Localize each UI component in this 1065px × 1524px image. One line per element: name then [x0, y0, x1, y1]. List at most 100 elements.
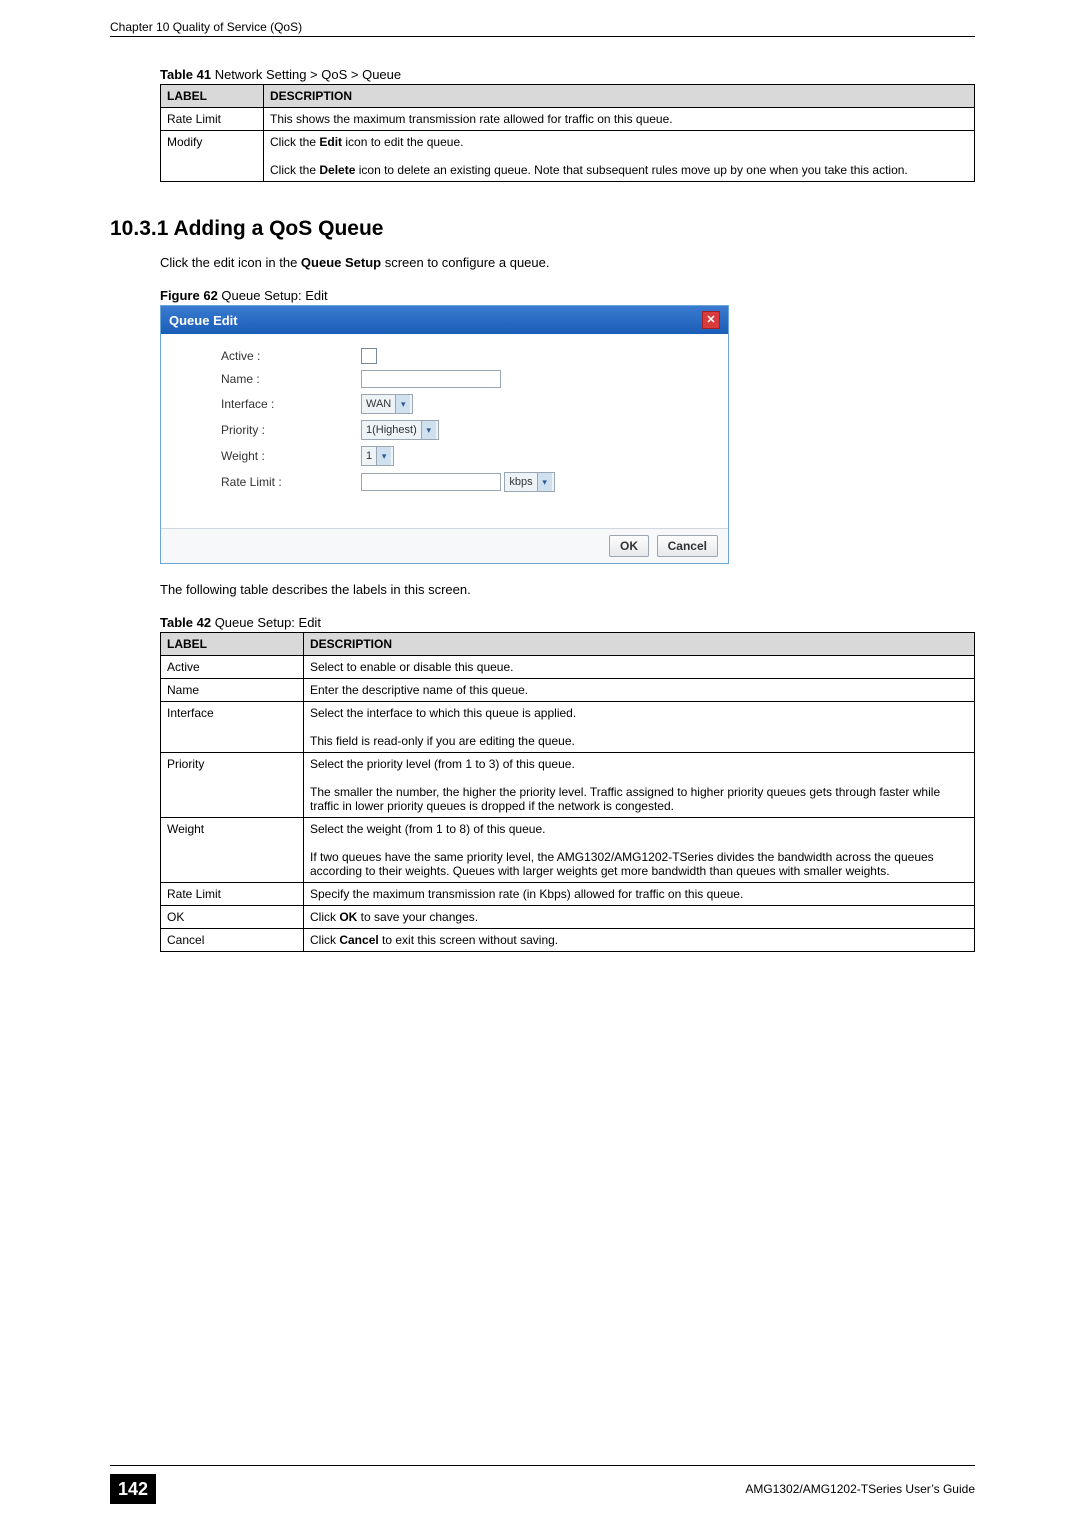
table-header-row: LABEL DESCRIPTION	[161, 633, 975, 656]
interface-value: WAN	[366, 398, 391, 410]
table42-caption-text: Queue Setup: Edit	[215, 615, 321, 630]
cell-bold: OK	[339, 910, 357, 924]
table42-row3-desc: Select the priority level (from 1 to 3) …	[304, 753, 975, 818]
dialog-footer: OK Cancel	[161, 528, 728, 563]
table42-row5-label: Rate Limit	[161, 883, 304, 906]
chevron-down-icon: ▾	[376, 447, 391, 465]
table42-row2-desc: Select the interface to which this queue…	[304, 702, 975, 753]
para-after-figure: The following table describes the labels…	[160, 582, 975, 597]
table-row: Interface Select the interface to which …	[161, 702, 975, 753]
table-row: Weight Select the weight (from 1 to 8) o…	[161, 818, 975, 883]
intro-text: Click the edit icon in the	[160, 255, 301, 270]
table41-caption: Table 41 Network Setting > QoS > Queue	[160, 67, 975, 82]
table42-row7-desc: Click Cancel to exit this screen without…	[304, 929, 975, 952]
weight-select[interactable]: 1 ▾	[361, 446, 394, 466]
table-row: Name Enter the descriptive name of this …	[161, 679, 975, 702]
table41: LABEL DESCRIPTION Rate Limit This shows …	[160, 84, 975, 182]
cell-text: Select the interface to which this queue…	[310, 706, 576, 720]
table42-row1-label: Name	[161, 679, 304, 702]
footer-row: 142 AMG1302/AMG1202-TSeries User’s Guide	[110, 1474, 975, 1504]
table-row: Active Select to enable or disable this …	[161, 656, 975, 679]
intro-text: screen to configure a queue.	[381, 255, 549, 270]
cell-text: to save your changes.	[357, 910, 478, 924]
cell-text: If two queues have the same priority lev…	[310, 850, 934, 878]
form-row-interface: Interface : WAN ▾	[221, 394, 708, 414]
dialog-title-text: Queue Edit	[169, 313, 238, 328]
table42-row6-label: OK	[161, 906, 304, 929]
rate-limit-input[interactable]	[361, 473, 501, 491]
section-intro: Click the edit icon in the Queue Setup s…	[160, 255, 975, 270]
active-checkbox[interactable]	[361, 348, 377, 364]
table-row: Modify Click the Edit icon to edit the q…	[161, 131, 975, 182]
cell-text: Click	[310, 933, 339, 947]
table42-header-desc: DESCRIPTION	[304, 633, 975, 656]
table42-row4-label: Weight	[161, 818, 304, 883]
table41-row1-desc: Click the Edit icon to edit the queue. C…	[264, 131, 975, 182]
form-row-weight: Weight : 1 ▾	[221, 446, 708, 466]
interface-select[interactable]: WAN ▾	[361, 394, 413, 414]
chevron-down-icon: ▾	[537, 473, 552, 491]
cell-text: Click the	[270, 135, 319, 149]
label-rate-limit: Rate Limit :	[221, 475, 361, 489]
table-row: OK Click OK to save your changes.	[161, 906, 975, 929]
cell-text: This field is read-only if you are editi…	[310, 734, 575, 748]
queue-edit-dialog: Queue Edit ✕ Active : Name : Interface :…	[160, 305, 729, 564]
label-priority: Priority :	[221, 423, 361, 437]
table42-row5-desc: Specify the maximum transmission rate (i…	[304, 883, 975, 906]
cell-bold: Cancel	[339, 933, 378, 947]
cell-text: icon to edit the queue.	[342, 135, 463, 149]
cell-text: Click	[310, 910, 339, 924]
table42-row1-desc: Enter the descriptive name of this queue…	[304, 679, 975, 702]
table42-row6-desc: Click OK to save your changes.	[304, 906, 975, 929]
table42-row3-label: Priority	[161, 753, 304, 818]
cell-bold: Delete	[319, 163, 355, 177]
table42-row4-desc: Select the weight (from 1 to 8) of this …	[304, 818, 975, 883]
table41-row0-label: Rate Limit	[161, 108, 264, 131]
dialog-body: Active : Name : Interface : WAN ▾ Priori…	[161, 334, 728, 528]
section-heading: 10.3.1 Adding a QoS Queue	[110, 217, 975, 241]
form-row-active: Active :	[221, 348, 708, 364]
table-header-row: LABEL DESCRIPTION	[161, 85, 975, 108]
footer-rule	[110, 1465, 975, 1466]
table41-header-desc: DESCRIPTION	[264, 85, 975, 108]
table42-header-label: LABEL	[161, 633, 304, 656]
table41-caption-text: Network Setting > QoS > Queue	[215, 67, 401, 82]
table41-row0-desc: This shows the maximum transmission rate…	[264, 108, 975, 131]
rate-unit-select[interactable]: kbps ▾	[504, 472, 554, 492]
table42-row2-label: Interface	[161, 702, 304, 753]
chapter-header: Chapter 10 Quality of Service (QoS)	[110, 20, 975, 36]
cancel-button[interactable]: Cancel	[657, 535, 718, 557]
header-rule	[110, 36, 975, 37]
label-weight: Weight :	[221, 449, 361, 463]
table42-row0-label: Active	[161, 656, 304, 679]
figure62-caption-text: Queue Setup: Edit	[221, 288, 327, 303]
rate-unit-value: kbps	[509, 476, 532, 488]
cell-text: Select the priority level (from 1 to 3) …	[310, 757, 575, 771]
table-row: Rate Limit This shows the maximum transm…	[161, 108, 975, 131]
label-active: Active :	[221, 349, 361, 363]
table42-caption-prefix: Table 42	[160, 615, 215, 630]
table41-header-label: LABEL	[161, 85, 264, 108]
priority-value: 1(Highest)	[366, 424, 417, 436]
cell-text: Select the weight (from 1 to 8) of this …	[310, 822, 545, 836]
figure62-caption-prefix: Figure 62	[160, 288, 221, 303]
table-row: Rate Limit Specify the maximum transmiss…	[161, 883, 975, 906]
form-row-rate-limit: Rate Limit : kbps ▾	[221, 472, 708, 492]
close-icon[interactable]: ✕	[702, 311, 720, 329]
priority-select[interactable]: 1(Highest) ▾	[361, 420, 439, 440]
name-input[interactable]	[361, 370, 501, 388]
intro-bold: Queue Setup	[301, 255, 381, 270]
page-footer: 142 AMG1302/AMG1202-TSeries User’s Guide	[0, 1465, 1065, 1504]
footer-guide-text: AMG1302/AMG1202-TSeries User’s Guide	[176, 1482, 975, 1496]
chevron-down-icon: ▾	[395, 395, 410, 413]
dialog-titlebar: Queue Edit ✕	[161, 306, 728, 334]
page-number: 142	[110, 1474, 156, 1504]
form-row-priority: Priority : 1(Highest) ▾	[221, 420, 708, 440]
cell-text: icon to delete an existing queue. Note t…	[355, 163, 907, 177]
chevron-down-icon: ▾	[421, 421, 436, 439]
table42: LABEL DESCRIPTION Active Select to enabl…	[160, 632, 975, 952]
cell-bold: Edit	[319, 135, 342, 149]
ok-button[interactable]: OK	[609, 535, 649, 557]
cell-text: to exit this screen without saving.	[379, 933, 558, 947]
table42-caption: Table 42 Queue Setup: Edit	[160, 615, 975, 630]
